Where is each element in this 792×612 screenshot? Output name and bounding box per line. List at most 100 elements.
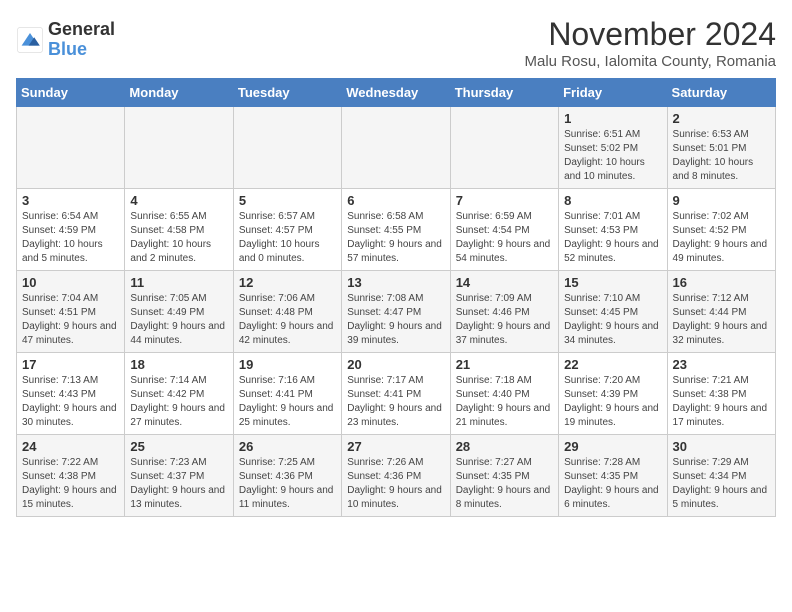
- day-number: 29: [564, 439, 661, 454]
- day-info: Sunrise: 7:13 AM Sunset: 4:43 PM Dayligh…: [22, 374, 119, 430]
- day-number: 8: [564, 193, 661, 208]
- header-day-monday: Monday: [125, 79, 233, 107]
- calendar-cell: 18 Sunrise: 7:14 AM Sunset: 4:42 PM Dayli…: [125, 353, 233, 435]
- day-number: 19: [239, 357, 336, 372]
- day-info: Sunrise: 6:58 AM Sunset: 4:55 PM Dayligh…: [347, 210, 444, 266]
- day-number: 15: [564, 275, 661, 290]
- day-number: 11: [130, 275, 227, 290]
- calendar-cell: 13 Sunrise: 7:08 AM Sunset: 4:47 PM Dayli…: [342, 271, 450, 353]
- day-info: Sunrise: 7:20 AM Sunset: 4:39 PM Dayligh…: [564, 374, 661, 430]
- calendar-cell: 25Sunrise: 7:23 AM Sunset: 4:37 PM Dayli…: [125, 435, 233, 517]
- header-day-tuesday: Tuesday: [233, 79, 341, 107]
- day-number: 10: [22, 275, 119, 290]
- day-info: Sunrise: 7:10 AM Sunset: 4:45 PM Dayligh…: [564, 292, 661, 348]
- calendar-cell: 15 Sunrise: 7:10 AM Sunset: 4:45 PM Dayli…: [559, 271, 667, 353]
- calendar-cell: [125, 107, 233, 189]
- day-info: Sunrise: 6:57 AM Sunset: 4:57 PM Dayligh…: [239, 210, 336, 266]
- calendar-cell: [17, 107, 125, 189]
- calendar-cell: [450, 107, 558, 189]
- calendar-cell: 1 Sunrise: 6:51 AM Sunset: 5:02 PM Daylig…: [559, 107, 667, 189]
- day-info: Sunrise: 7:18 AM Sunset: 4:40 PM Dayligh…: [456, 374, 553, 430]
- week-row-5: 24Sunrise: 7:22 AM Sunset: 4:38 PM Dayli…: [17, 435, 776, 517]
- calendar-cell: 10 Sunrise: 7:04 AM Sunset: 4:51 PM Dayli…: [17, 271, 125, 353]
- header-row: SundayMondayTuesdayWednesdayThursdayFrid…: [17, 79, 776, 107]
- calendar-cell: 4 Sunrise: 6:55 AM Sunset: 4:58 PM Daylig…: [125, 189, 233, 271]
- day-info: Sunrise: 7:29 AM Sunset: 4:34 PM Dayligh…: [673, 456, 770, 512]
- day-info: Sunrise: 7:21 AM Sunset: 4:38 PM Dayligh…: [673, 374, 770, 430]
- calendar-cell: 21 Sunrise: 7:18 AM Sunset: 4:40 PM Dayli…: [450, 353, 558, 435]
- day-number: 13: [347, 275, 444, 290]
- calendar-cell: 14Sunrise: 7:09 AM Sunset: 4:46 PM Dayli…: [450, 271, 558, 353]
- calendar-cell: 26 Sunrise: 7:25 AM Sunset: 4:36 PM Dayli…: [233, 435, 341, 517]
- day-number: 18: [130, 357, 227, 372]
- day-info: Sunrise: 7:12 AM Sunset: 4:44 PM Dayligh…: [673, 292, 770, 348]
- calendar-cell: 30 Sunrise: 7:29 AM Sunset: 4:34 PM Dayli…: [667, 435, 775, 517]
- calendar-cell: 8 Sunrise: 7:01 AM Sunset: 4:53 PM Daylig…: [559, 189, 667, 271]
- day-number: 3: [22, 193, 119, 208]
- day-info: Sunrise: 7:06 AM Sunset: 4:48 PM Dayligh…: [239, 292, 336, 348]
- day-number: 12: [239, 275, 336, 290]
- calendar-cell: 5 Sunrise: 6:57 AM Sunset: 4:57 PM Daylig…: [233, 189, 341, 271]
- calendar-cell: 27Sunrise: 7:26 AM Sunset: 4:36 PM Dayli…: [342, 435, 450, 517]
- logo-general-text: General: [48, 20, 115, 40]
- day-info: Sunrise: 6:53 AM Sunset: 5:01 PM Dayligh…: [673, 128, 770, 184]
- header-day-saturday: Saturday: [667, 79, 775, 107]
- calendar-cell: 28 Sunrise: 7:27 AM Sunset: 4:35 PM Dayli…: [450, 435, 558, 517]
- day-number: 28: [456, 439, 553, 454]
- calendar-cell: 2Sunrise: 6:53 AM Sunset: 5:01 PM Daylig…: [667, 107, 775, 189]
- logo-text: General Blue: [48, 20, 115, 60]
- calendar-cell: 20Sunrise: 7:17 AM Sunset: 4:41 PM Dayli…: [342, 353, 450, 435]
- day-info: Sunrise: 7:16 AM Sunset: 4:41 PM Dayligh…: [239, 374, 336, 430]
- day-info: Sunrise: 7:26 AM Sunset: 4:36 PM Dayligh…: [347, 456, 444, 512]
- day-number: 24: [22, 439, 119, 454]
- day-number: 4: [130, 193, 227, 208]
- day-info: Sunrise: 7:28 AM Sunset: 4:35 PM Dayligh…: [564, 456, 661, 512]
- calendar-cell: [233, 107, 341, 189]
- header-day-friday: Friday: [559, 79, 667, 107]
- location-subtitle: Malu Rosu, Ialomita County, Romania: [525, 53, 777, 70]
- calendar-table: SundayMondayTuesdayWednesdayThursdayFrid…: [16, 78, 776, 517]
- day-info: Sunrise: 7:25 AM Sunset: 4:36 PM Dayligh…: [239, 456, 336, 512]
- calendar-cell: 7 Sunrise: 6:59 AM Sunset: 4:54 PM Daylig…: [450, 189, 558, 271]
- day-number: 1: [564, 111, 661, 126]
- day-info: Sunrise: 6:51 AM Sunset: 5:02 PM Dayligh…: [564, 128, 661, 184]
- day-info: Sunrise: 7:14 AM Sunset: 4:42 PM Dayligh…: [130, 374, 227, 430]
- month-year-title: November 2024: [525, 16, 777, 53]
- day-number: 5: [239, 193, 336, 208]
- day-info: Sunrise: 7:02 AM Sunset: 4:52 PM Dayligh…: [673, 210, 770, 266]
- day-info: Sunrise: 7:05 AM Sunset: 4:49 PM Dayligh…: [130, 292, 227, 348]
- calendar-cell: 17 Sunrise: 7:13 AM Sunset: 4:43 PM Dayli…: [17, 353, 125, 435]
- page-header: General Blue November 2024 Malu Rosu, Ia…: [16, 16, 776, 70]
- calendar-body: 1 Sunrise: 6:51 AM Sunset: 5:02 PM Daylig…: [17, 107, 776, 517]
- day-info: Sunrise: 7:23 AM Sunset: 4:37 PM Dayligh…: [130, 456, 227, 512]
- day-number: 6: [347, 193, 444, 208]
- title-block: November 2024 Malu Rosu, Ialomita County…: [525, 16, 777, 70]
- day-number: 30: [673, 439, 770, 454]
- calendar-cell: 12 Sunrise: 7:06 AM Sunset: 4:48 PM Dayli…: [233, 271, 341, 353]
- calendar-cell: 3Sunrise: 6:54 AM Sunset: 4:59 PM Daylig…: [17, 189, 125, 271]
- header-day-sunday: Sunday: [17, 79, 125, 107]
- day-info: Sunrise: 7:09 AM Sunset: 4:46 PM Dayligh…: [456, 292, 553, 348]
- day-number: 26: [239, 439, 336, 454]
- day-number: 21: [456, 357, 553, 372]
- calendar-cell: 9Sunrise: 7:02 AM Sunset: 4:52 PM Daylig…: [667, 189, 775, 271]
- calendar-cell: 23Sunrise: 7:21 AM Sunset: 4:38 PM Dayli…: [667, 353, 775, 435]
- day-number: 22: [564, 357, 661, 372]
- day-info: Sunrise: 7:04 AM Sunset: 4:51 PM Dayligh…: [22, 292, 119, 348]
- week-row-4: 17 Sunrise: 7:13 AM Sunset: 4:43 PM Dayli…: [17, 353, 776, 435]
- header-day-wednesday: Wednesday: [342, 79, 450, 107]
- day-info: Sunrise: 7:27 AM Sunset: 4:35 PM Dayligh…: [456, 456, 553, 512]
- calendar-cell: 16 Sunrise: 7:12 AM Sunset: 4:44 PM Dayli…: [667, 271, 775, 353]
- logo-blue-text: Blue: [48, 40, 115, 60]
- day-number: 7: [456, 193, 553, 208]
- day-info: Sunrise: 7:17 AM Sunset: 4:41 PM Dayligh…: [347, 374, 444, 430]
- calendar-cell: [342, 107, 450, 189]
- week-row-3: 10 Sunrise: 7:04 AM Sunset: 4:51 PM Dayli…: [17, 271, 776, 353]
- day-info: Sunrise: 7:01 AM Sunset: 4:53 PM Dayligh…: [564, 210, 661, 266]
- day-info: Sunrise: 6:59 AM Sunset: 4:54 PM Dayligh…: [456, 210, 553, 266]
- day-number: 16: [673, 275, 770, 290]
- day-info: Sunrise: 7:08 AM Sunset: 4:47 PM Dayligh…: [347, 292, 444, 348]
- day-info: Sunrise: 6:55 AM Sunset: 4:58 PM Dayligh…: [130, 210, 227, 266]
- day-number: 17: [22, 357, 119, 372]
- logo: General Blue: [16, 20, 115, 60]
